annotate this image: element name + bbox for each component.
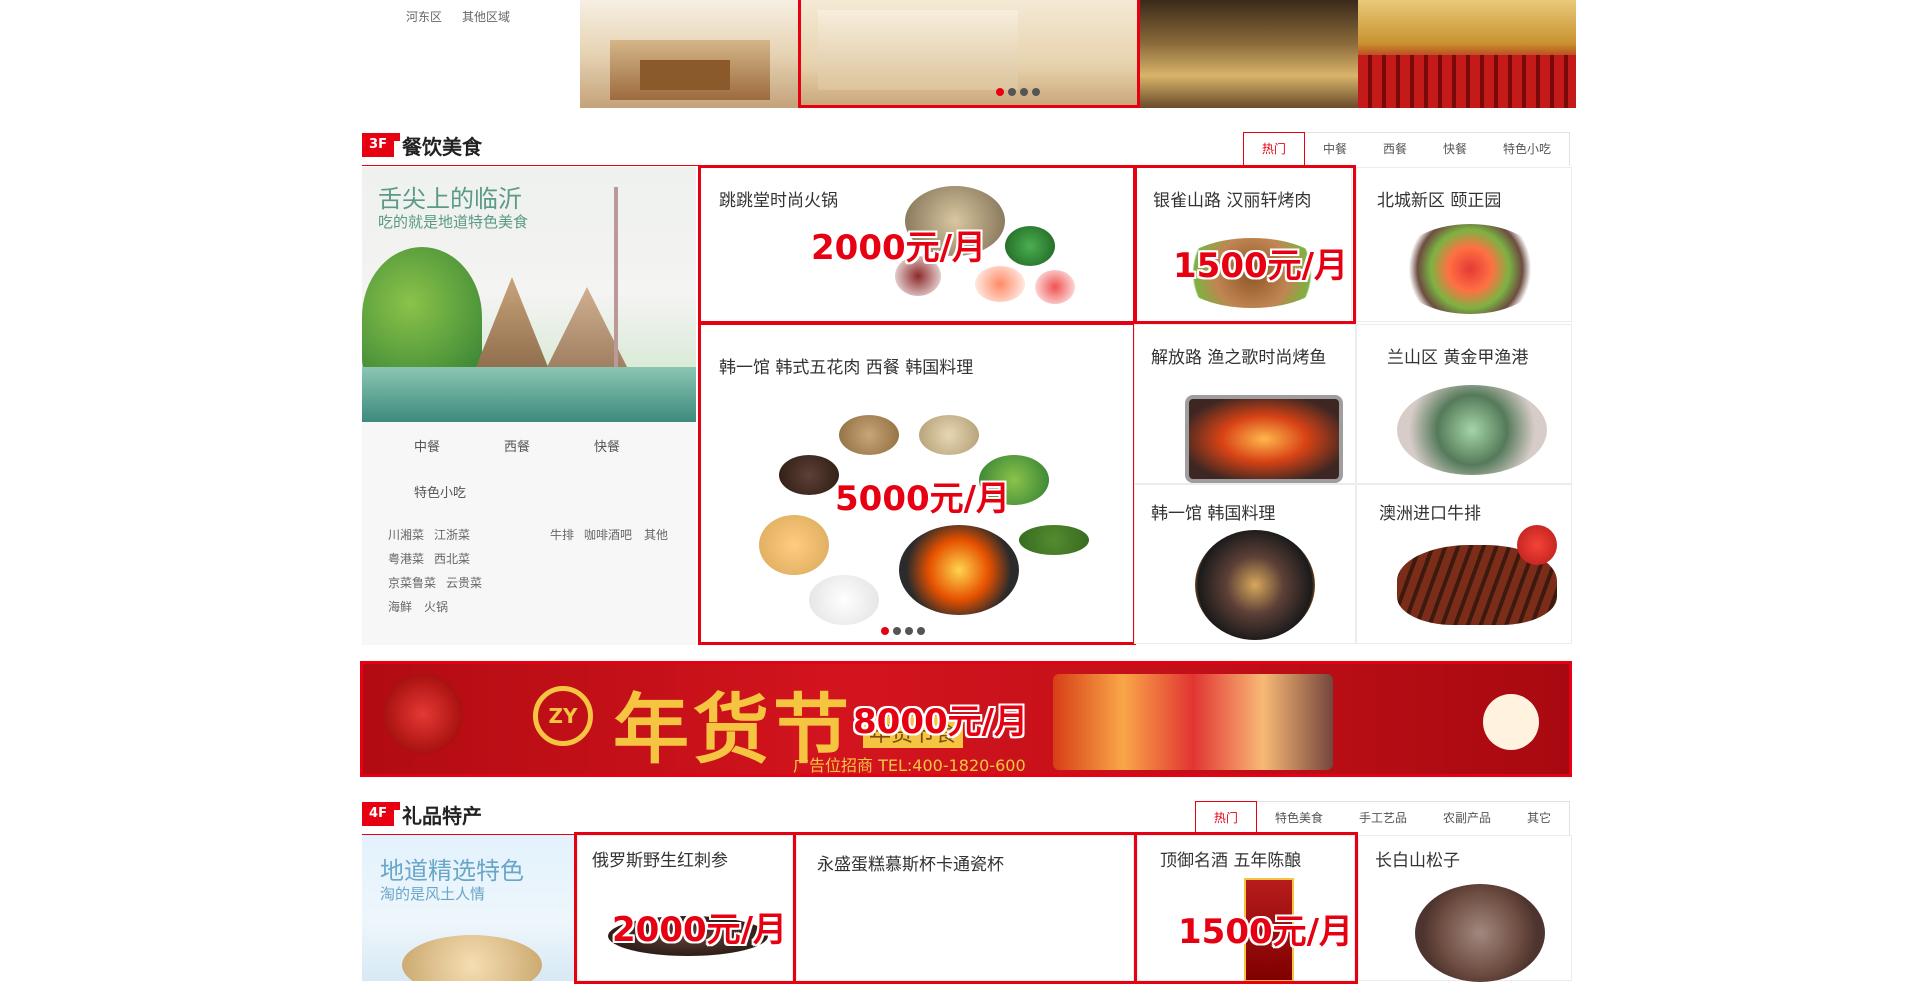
floor-4f-badge: 4F — [362, 802, 400, 826]
highlight-frame — [698, 322, 1136, 645]
highlight-frame — [1134, 165, 1356, 324]
highlight-frame — [574, 832, 796, 984]
floor-4f-tabs: 热门 特色美食 手工艺品 农副产品 其它 — [1194, 801, 1570, 836]
promo-headline: 地道精选特色 — [380, 857, 524, 885]
food-category-panel: 中餐 西餐 快餐 特色小吃 川湘菜 江浙菜 粤港菜 西北菜 京菜鲁菜 云贵菜 海… — [362, 422, 696, 645]
food-item-yizhengyuan[interactable]: 北城新区 颐正园 — [1356, 167, 1572, 322]
food-item-yuzhige-fish[interactable]: 解放路 渔之歌时尚烤鱼 — [1134, 324, 1356, 484]
promo-subline: 吃的就是地道特色美食 — [378, 213, 529, 231]
sub-link-sichuan-hunan[interactable]: 川湘菜 — [388, 526, 424, 543]
floor-4f-header: 4F 礼品特产 热门 特色美食 手工艺品 农副产品 其它 — [362, 794, 1570, 836]
tab-western[interactable]: 西餐 — [1365, 133, 1425, 166]
item-title: 长白山松子 — [1375, 851, 1460, 871]
food-item-huangjinjia[interactable]: 兰山区 黄金甲渔港 — [1356, 324, 1572, 484]
item-title: 韩一馆 韩国料理 — [1151, 504, 1276, 524]
gift-item-pine-nuts[interactable]: 长白山松子 — [1358, 835, 1572, 982]
banner-logo: ZY — [533, 686, 593, 746]
conference-hall-image[interactable] — [1358, 0, 1576, 108]
highlight-frame — [793, 832, 1137, 984]
floor-3f-tabs: 热门 中餐 西餐 快餐 特色小吃 — [1242, 132, 1570, 167]
item-title: 澳洲进口牛排 — [1379, 504, 1481, 524]
floor-3f-badge: 3F — [362, 133, 400, 157]
tab-specialty-food[interactable]: 特色美食 — [1257, 802, 1341, 835]
sub-link-coffee-bar[interactable]: 咖啡酒吧 — [584, 526, 632, 543]
fu-seal — [1483, 694, 1539, 750]
item-title: 兰山区 黄金甲渔港 — [1387, 348, 1529, 368]
item-title: 北城新区 颐正园 — [1377, 191, 1502, 211]
district-panel: 河东区 其他区域 — [362, 0, 580, 108]
tab-other[interactable]: 其它 — [1509, 802, 1569, 835]
highlight-frame — [698, 165, 1136, 324]
item-title: 解放路 渔之歌时尚烤鱼 — [1151, 348, 1327, 368]
hotel-carousel-frame — [798, 0, 1140, 108]
category-snacks[interactable]: 特色小吃 — [414, 482, 466, 501]
sub-link-steak[interactable]: 牛排 — [550, 526, 574, 543]
highlight-frame — [1134, 832, 1358, 984]
sub-link-hotpot[interactable]: 火锅 — [424, 598, 448, 615]
new-year-banner[interactable]: ZY 年货节 年货节食 广告位招商 TEL:400-1820-600 8000元… — [360, 661, 1572, 777]
stirfry-image — [1395, 224, 1545, 314]
promo-subline: 淘的是风土人情 — [380, 885, 486, 903]
food-item-hanyiguan[interactable]: 韩一馆 韩国料理 — [1134, 484, 1356, 644]
floor-4f-title: 礼品特产 — [402, 804, 482, 828]
sub-link-other[interactable]: 其他 — [644, 526, 668, 543]
tab-snacks[interactable]: 特色小吃 — [1485, 133, 1569, 166]
hotel-lobby-image[interactable] — [580, 0, 798, 108]
seafood-plate-image — [1397, 385, 1547, 475]
food-item-australian-steak[interactable]: 澳洲进口牛排 — [1356, 484, 1572, 644]
hotel-reception-image[interactable] — [1140, 0, 1358, 108]
tab-farm-products[interactable]: 农副产品 — [1425, 802, 1509, 835]
sub-link-cantonese[interactable]: 粤港菜 — [388, 550, 424, 567]
gift-box-image — [1053, 674, 1333, 770]
sub-link-jiangzhe[interactable]: 江浙菜 — [434, 526, 470, 543]
category-western[interactable]: 西餐 — [504, 436, 530, 455]
floor-3f-header: 3F 餐饮美食 热门 中餐 西餐 快餐 特色小吃 — [362, 125, 1570, 167]
banner-contact: 广告位招商 TEL:400-1820-600 — [793, 756, 1026, 775]
sub-link-yunnan-guizhou[interactable]: 云贵菜 — [446, 574, 482, 591]
district-link-other[interactable]: 其他区域 — [462, 8, 510, 25]
tab-fastfood[interactable]: 快餐 — [1425, 133, 1485, 166]
tab-chinese[interactable]: 中餐 — [1305, 133, 1365, 166]
food-promo-panel[interactable]: 舌尖上的临沂 吃的就是地道特色美食 — [362, 167, 696, 422]
sub-link-northwest[interactable]: 西北菜 — [434, 550, 470, 567]
gift-promo-panel[interactable]: 地道精选特色 淘的是风土人情 — [362, 835, 574, 981]
banner-price: 8000元/月 — [853, 702, 1029, 742]
pine-nuts-image — [1415, 884, 1545, 982]
floor-3f-title: 餐饮美食 — [402, 135, 482, 159]
tab-hot[interactable]: 热门 — [1242, 132, 1305, 167]
tab-handicrafts[interactable]: 手工艺品 — [1341, 802, 1425, 835]
sub-link-beijing-shandong[interactable]: 京菜鲁菜 — [388, 574, 436, 591]
sub-link-seafood[interactable]: 海鲜 — [388, 598, 412, 615]
stone-pot-image — [1195, 530, 1315, 640]
district-link-hedong[interactable]: 河东区 — [406, 8, 442, 25]
category-chinese[interactable]: 中餐 — [414, 436, 440, 455]
promo-headline: 舌尖上的临沂 — [378, 185, 522, 213]
category-fastfood[interactable]: 快餐 — [594, 436, 620, 455]
grilled-fish-image — [1185, 395, 1343, 483]
tab-hot[interactable]: 热门 — [1194, 801, 1257, 836]
